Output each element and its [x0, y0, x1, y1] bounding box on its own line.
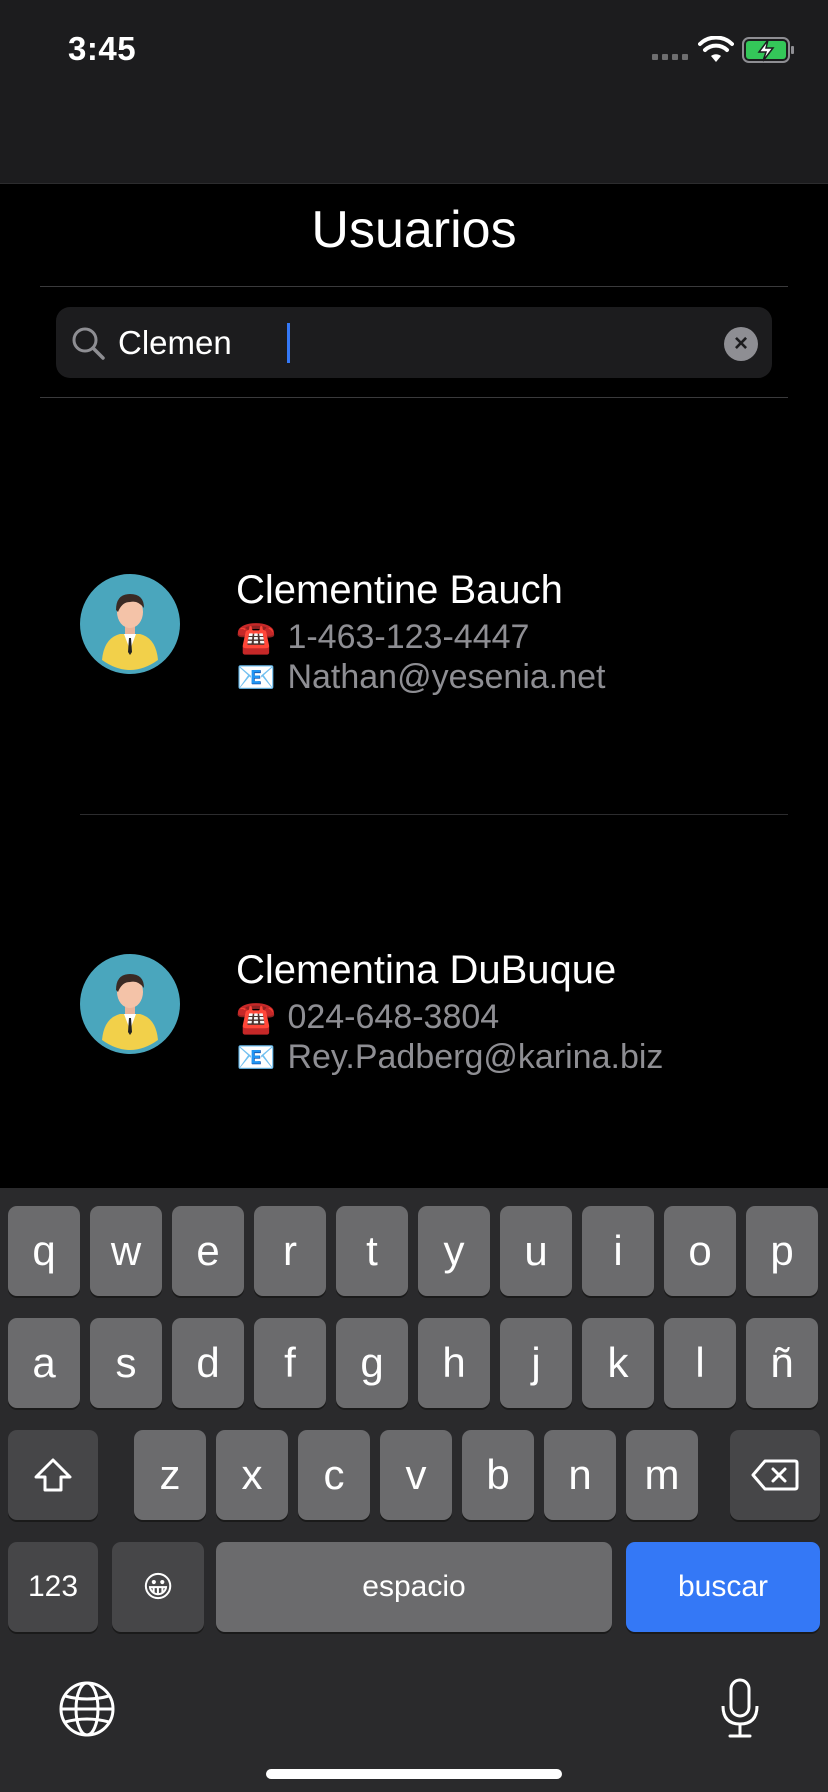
key-i[interactable]: i	[582, 1206, 654, 1296]
divider	[40, 286, 788, 287]
shift-icon	[34, 1458, 72, 1492]
key-n[interactable]: n	[544, 1430, 616, 1520]
globe-icon[interactable]	[58, 1680, 116, 1738]
telephone-icon: ☎️	[236, 619, 276, 655]
envelope-icon: 📧	[236, 659, 276, 695]
delete-key[interactable]	[730, 1430, 820, 1520]
email-text: Rey.Padberg@karina.biz	[287, 1038, 664, 1076]
key-m[interactable]: m	[626, 1430, 698, 1520]
phone-text: 024-648-3804	[287, 998, 500, 1036]
status-bar: 3:45	[0, 0, 828, 184]
home-indicator[interactable]	[266, 1769, 562, 1779]
key-k[interactable]: k	[582, 1318, 654, 1408]
key-g[interactable]: g	[336, 1318, 408, 1408]
search-icon	[72, 327, 105, 360]
key-s[interactable]: s	[90, 1318, 162, 1408]
telephone-icon: ☎️	[236, 999, 276, 1035]
battery-icon	[742, 37, 794, 63]
emoji-key[interactable]: 😀	[112, 1542, 204, 1632]
user-email: 📧 Rey.Padberg@karina.biz	[236, 1038, 663, 1077]
key-d[interactable]: d	[172, 1318, 244, 1408]
avatar-icon	[80, 954, 180, 1054]
search-input[interactable]	[118, 317, 678, 369]
keyboard: q w e r t y u i o p a s d f g h j k l ñ …	[0, 1188, 828, 1792]
divider	[40, 397, 788, 398]
key-o[interactable]: o	[664, 1206, 736, 1296]
key-x[interactable]: x	[216, 1430, 288, 1520]
search-action-key[interactable]: buscar	[626, 1542, 820, 1632]
key-e[interactable]: e	[172, 1206, 244, 1296]
key-b[interactable]: b	[462, 1430, 534, 1520]
wifi-icon	[698, 36, 734, 62]
key-w[interactable]: w	[90, 1206, 162, 1296]
user-phone: ☎️ 1-463-123-4447	[236, 618, 529, 657]
key-p[interactable]: p	[746, 1206, 818, 1296]
user-phone: ☎️ 024-648-3804	[236, 998, 499, 1037]
numbers-key[interactable]: 123	[8, 1542, 98, 1632]
space-key[interactable]: espacio	[216, 1542, 612, 1632]
list-item[interactable]: Clementina DuBuque ☎️ 024-648-3804 📧 Rey…	[0, 814, 828, 1192]
key-z[interactable]: z	[134, 1430, 206, 1520]
delete-icon	[751, 1459, 799, 1491]
key-u[interactable]: u	[500, 1206, 572, 1296]
envelope-icon: 📧	[236, 1039, 276, 1075]
text-caret	[287, 323, 290, 363]
user-email: 📧 Nathan@yesenia.net	[236, 658, 606, 697]
clear-icon: ×	[733, 330, 748, 357]
key-h[interactable]: h	[418, 1318, 490, 1408]
key-v[interactable]: v	[380, 1430, 452, 1520]
shift-key[interactable]	[8, 1430, 98, 1520]
phone-text: 1-463-123-4447	[287, 618, 530, 656]
key-n-tilde[interactable]: ñ	[746, 1318, 818, 1408]
cellular-signal-icon	[652, 54, 688, 60]
clear-search-button[interactable]: ×	[724, 327, 758, 361]
page-title: Usuarios	[311, 201, 517, 259]
microphone-icon[interactable]	[720, 1678, 760, 1740]
user-name: Clementina DuBuque	[236, 948, 617, 992]
key-y[interactable]: y	[418, 1206, 490, 1296]
key-q[interactable]: q	[8, 1206, 80, 1296]
key-j[interactable]: j	[500, 1318, 572, 1408]
key-t[interactable]: t	[336, 1206, 408, 1296]
search-bar[interactable]: ×	[56, 307, 772, 378]
key-c[interactable]: c	[298, 1430, 370, 1520]
list-item[interactable]: Clementine Bauch ☎️ 1-463-123-4447 📧 Nat…	[0, 434, 828, 812]
key-a[interactable]: a	[8, 1318, 80, 1408]
user-name: Clementine Bauch	[236, 568, 563, 612]
avatar-icon	[80, 574, 180, 674]
key-r[interactable]: r	[254, 1206, 326, 1296]
key-f[interactable]: f	[254, 1318, 326, 1408]
email-text: Nathan@yesenia.net	[287, 658, 606, 696]
status-time: 3:45	[68, 30, 137, 67]
key-l[interactable]: l	[664, 1318, 736, 1408]
